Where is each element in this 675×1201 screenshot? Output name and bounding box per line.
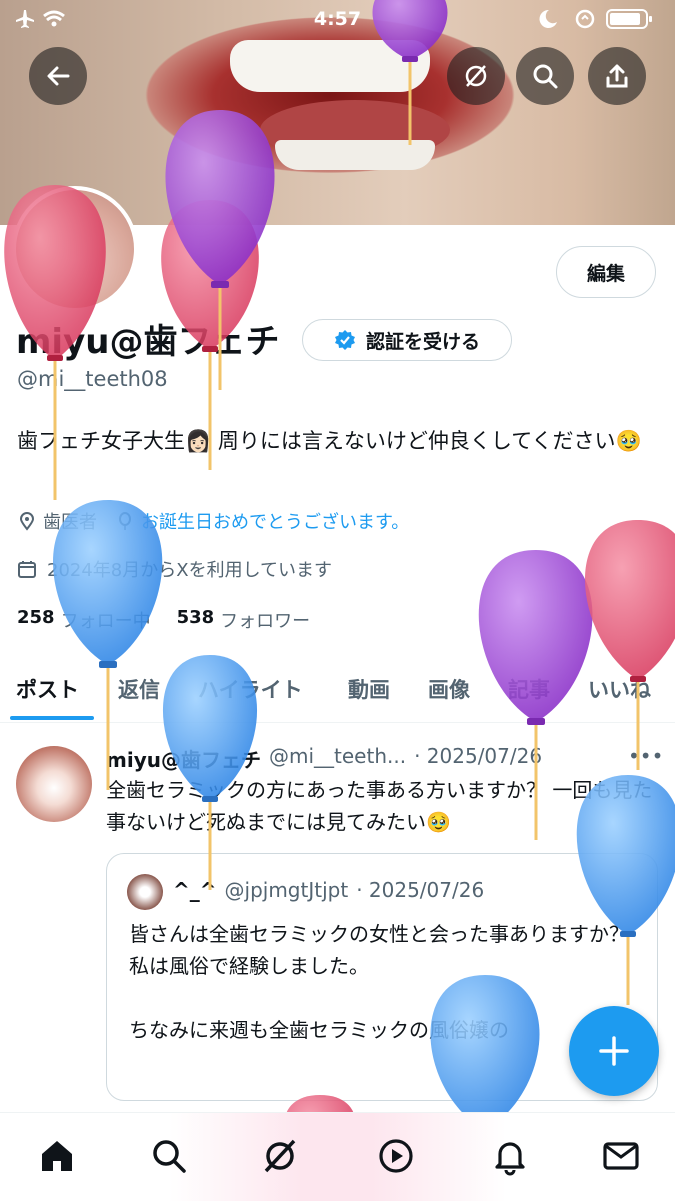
mail-icon	[603, 1142, 639, 1170]
active-tab-indicator	[10, 716, 94, 720]
following-count[interactable]: 258	[17, 607, 55, 633]
battery-icon	[539, 9, 652, 29]
play-icon	[379, 1139, 413, 1173]
banner-lower-teeth	[275, 140, 435, 170]
tab-likes[interactable]: いいね	[588, 674, 651, 704]
quoted-post-text: 皆さんは全歯セラミックの女性と会った事ありますか？ 私は風俗で経験しました。 ち…	[129, 922, 629, 1042]
profile-handle: @mi__teeth08	[17, 367, 168, 391]
nav-notifications[interactable]	[485, 1131, 535, 1181]
more-options-icon[interactable]: •••	[628, 744, 663, 768]
banner-teeth	[230, 40, 430, 92]
search-button[interactable]	[516, 47, 574, 105]
joined-date: 2024年8月からXを利用しています	[17, 556, 332, 582]
compose-post-button[interactable]	[569, 1006, 659, 1096]
profile-tabs: ポスト 返信 ハイライト 動画 画像 記事 いいね	[0, 660, 675, 723]
tab-images[interactable]: 画像	[428, 674, 470, 704]
search-icon	[533, 64, 558, 89]
tab-replies[interactable]: 返信	[118, 674, 160, 704]
grok-icon	[264, 1139, 296, 1173]
post-author-name[interactable]: miyu@歯フェチ	[106, 744, 261, 773]
get-verified-label: 認証を受ける	[365, 330, 480, 353]
nav-grok[interactable]	[255, 1131, 305, 1181]
grok-button[interactable]	[447, 47, 505, 105]
tab-highlights[interactable]: ハイライト	[198, 674, 303, 704]
birthday-text: お誕生日おめでとうございます。	[141, 512, 410, 533]
quoted-post-header: ^_^ @jpjmgtJtjpt · 2025/07/26	[173, 878, 484, 902]
nav-video[interactable]	[371, 1131, 421, 1181]
following-label[interactable]: フォロー中	[61, 607, 151, 633]
verified-badge-icon	[334, 330, 355, 350]
quoted-post-date: · 2025/07/26	[356, 878, 485, 902]
post-date[interactable]: · 2025/07/26	[414, 744, 542, 773]
share-button[interactable]	[588, 47, 646, 105]
arrow-left-icon	[47, 66, 70, 86]
quoted-post-avatar	[127, 874, 163, 910]
nav-messages[interactable]	[596, 1131, 646, 1181]
status-icons-right	[527, 6, 657, 37]
post-header: miyu@歯フェチ @mi__teeth... · 2025/07/26	[106, 744, 542, 773]
location-text: 歯医者	[43, 512, 97, 533]
grok-icon	[465, 65, 487, 87]
display-name: miyu@歯フェチ	[16, 322, 280, 362]
follow-stats: 258 フォロー中 538 フォロワー	[17, 607, 310, 633]
tab-articles[interactable]: 記事	[508, 674, 550, 704]
balloon-icon	[584, 520, 675, 770]
nav-home[interactable]	[32, 1131, 82, 1181]
plus-icon	[599, 1036, 629, 1066]
edit-profile-button[interactable]: 編集	[556, 246, 656, 298]
location-pin-icon	[19, 512, 35, 531]
profile-meta: 歯医者 お誕生日おめでとうございます。	[17, 508, 409, 534]
profile-bio: 歯フェチ女子大生👩🏻 周りには言えないけど仲良くしてください🥹	[17, 429, 642, 453]
bottom-navigation	[0, 1112, 675, 1201]
home-icon	[42, 1141, 72, 1171]
get-verified-button[interactable]: 認証を受ける	[302, 319, 512, 361]
followers-label[interactable]: フォロワー	[220, 607, 310, 633]
nav-search[interactable]	[144, 1131, 194, 1181]
birthday[interactable]: お誕生日おめでとうございます。	[115, 508, 409, 534]
post-author-handle[interactable]: @mi__teeth...	[269, 744, 406, 773]
followers-count[interactable]: 538	[177, 607, 215, 633]
back-button[interactable]	[29, 47, 87, 105]
profile-avatar[interactable]	[12, 186, 138, 312]
tab-videos[interactable]: 動画	[348, 674, 390, 704]
quoted-author-name: ^_^	[173, 878, 217, 902]
post-avatar[interactable]	[16, 746, 92, 822]
location: 歯医者	[17, 508, 97, 534]
calendar-icon	[18, 561, 36, 578]
bell-icon	[495, 1142, 525, 1176]
status-bar: 4:57	[0, 0, 675, 38]
quoted-author-handle: @jpjmgtJtjpt	[224, 878, 349, 902]
balloon-icon	[119, 512, 131, 530]
joined-text: 2024年8月からXを利用しています	[47, 560, 333, 581]
share-icon	[606, 64, 628, 88]
post-text: 全歯セラミックの方にあった事ある方いますか？ 一回も見た事ないけど死ぬまでには見…	[106, 778, 653, 834]
search-icon	[153, 1140, 186, 1173]
tab-posts[interactable]: ポスト	[16, 674, 79, 704]
